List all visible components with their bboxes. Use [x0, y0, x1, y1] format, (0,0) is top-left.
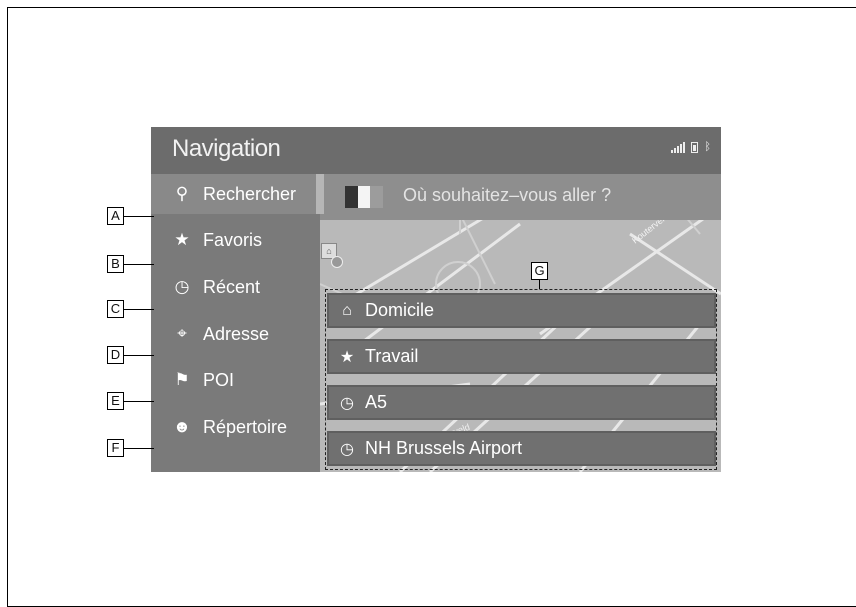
address-pin-icon: ⌖: [177, 324, 187, 343]
callout-e: E: [107, 392, 124, 410]
sidebar: ⚲ Rechercher ★ Favoris ◷ Récent ⌖ Adress…: [151, 174, 324, 472]
quick-list-outline: [325, 289, 717, 470]
header-bar: Navigation ᛒ: [151, 127, 721, 174]
sidebar-item-label: Adresse: [203, 323, 270, 344]
search-input[interactable]: Où souhaitez–vous aller ?: [403, 185, 611, 206]
status-area: ᛒ: [671, 141, 711, 153]
callout-f: F: [107, 439, 124, 457]
search-bar[interactable]: Où souhaitez–vous aller ?: [320, 174, 721, 220]
callout-leader: [124, 401, 154, 402]
sidebar-item-label: Récent: [203, 276, 261, 297]
sidebar-item-label: Répertoire: [203, 416, 288, 437]
country-flag-icon[interactable]: [345, 186, 384, 208]
sidebar-item-label: Rechercher: [203, 183, 297, 204]
callout-leader: [124, 216, 154, 217]
callout-b: B: [107, 255, 124, 273]
sidebar-item-poi[interactable]: ⚑ POI: [151, 360, 320, 400]
sidebar-item-favoris[interactable]: ★ Favoris: [151, 220, 320, 260]
callout-leader: [124, 264, 154, 265]
bluetooth-icon: ᛒ: [704, 141, 711, 153]
battery-icon: [691, 142, 699, 153]
callout-leader: [124, 309, 154, 310]
callout-g: G: [531, 262, 548, 280]
page-title: Navigation: [172, 135, 281, 162]
poi-pin-icon: ⚑: [174, 370, 190, 389]
signal-bars-icon: [671, 141, 686, 153]
map-marker-icon[interactable]: [331, 256, 343, 268]
clock-icon: ◷: [174, 277, 190, 296]
sidebar-item-repertoire[interactable]: ☻ Répertoire: [151, 407, 320, 447]
sidebar-item-label: Favoris: [203, 229, 263, 250]
callout-c: C: [107, 300, 124, 318]
callout-leader: [124, 448, 154, 449]
search-icon: ⚲: [175, 184, 189, 203]
callout-leader: [539, 280, 540, 289]
callout-a: A: [107, 207, 124, 225]
sidebar-item-label: POI: [203, 369, 235, 390]
sidebar-item-recent[interactable]: ◷ Récent: [151, 267, 320, 307]
sidebar-item-adresse[interactable]: ⌖ Adresse: [151, 314, 320, 354]
star-icon: ★: [174, 230, 190, 249]
callout-leader: [124, 355, 154, 356]
contact-icon: ☻: [173, 417, 191, 436]
sidebar-item-rechercher[interactable]: ⚲ Rechercher: [151, 174, 324, 214]
callout-d: D: [107, 346, 124, 364]
